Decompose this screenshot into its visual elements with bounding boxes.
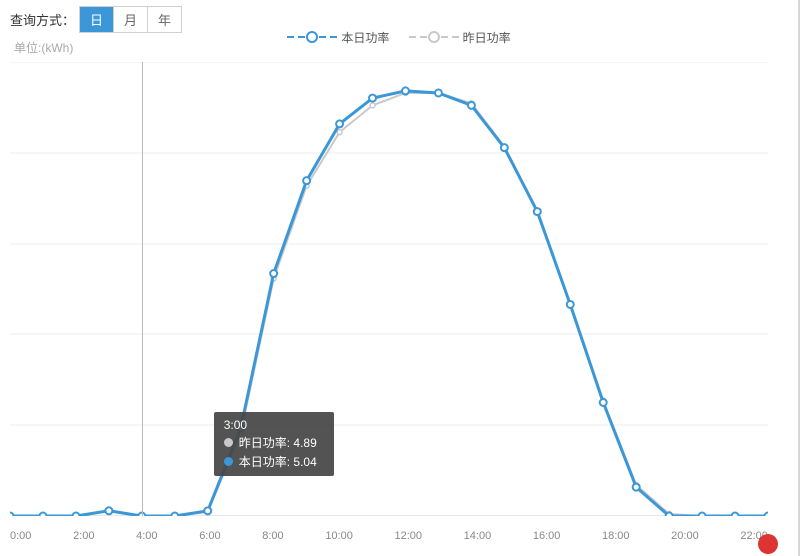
gridlines (10, 62, 768, 425)
x-tick: 16:00 (533, 530, 561, 542)
chart-legend: 本日功率 昨日功率 (0, 26, 798, 46)
x-tick: 20:00 (671, 530, 699, 542)
watermark-icon (758, 534, 778, 554)
tooltip-time: 3:00 (224, 418, 324, 432)
dot-icon (224, 457, 233, 466)
legend-dot-icon (306, 31, 318, 43)
series-yesterday (10, 90, 768, 516)
chart-area[interactable]: 3:00 昨日功率: 4.89 本日功率: 5.04 (10, 62, 768, 516)
x-tick: 8:00 (262, 530, 283, 542)
crosshair-line (142, 62, 143, 516)
x-tick: 4:00 (136, 530, 157, 542)
chart-tooltip: 3:00 昨日功率: 4.89 本日功率: 5.04 (214, 412, 334, 476)
dot-icon (224, 438, 233, 447)
legend-yesterday[interactable]: 昨日功率 (409, 29, 511, 46)
x-tick: 6:00 (199, 530, 220, 542)
x-axis-labels: 0:00 2:00 4:00 6:00 8:00 10:00 12:00 14:00 16:00… (10, 530, 768, 542)
x-tick: 2:00 (73, 530, 94, 542)
app-window: 查询方式： 日 月 年 单位:(kWh) 本日功率 昨日功率 (0, 0, 800, 556)
tooltip-row-yesterday: 昨日功率: 4.89 (224, 434, 324, 451)
legend-label: 本日功率 (341, 29, 389, 46)
x-tick: 0:00 (10, 530, 31, 542)
x-tick: 18:00 (602, 530, 630, 542)
legend-label: 昨日功率 (463, 29, 511, 46)
legend-dot-icon (428, 31, 440, 43)
tooltip-yesterday-text: 昨日功率: 4.89 (239, 434, 317, 451)
legend-today[interactable]: 本日功率 (287, 29, 389, 46)
x-tick: 12:00 (394, 530, 422, 542)
x-tick: 14:00 (464, 530, 492, 542)
tooltip-today-text: 本日功率: 5.04 (239, 453, 317, 470)
x-tick: 10:00 (325, 530, 353, 542)
tooltip-row-today: 本日功率: 5.04 (224, 453, 324, 470)
chart-svg (10, 62, 768, 516)
series-today (10, 87, 768, 516)
